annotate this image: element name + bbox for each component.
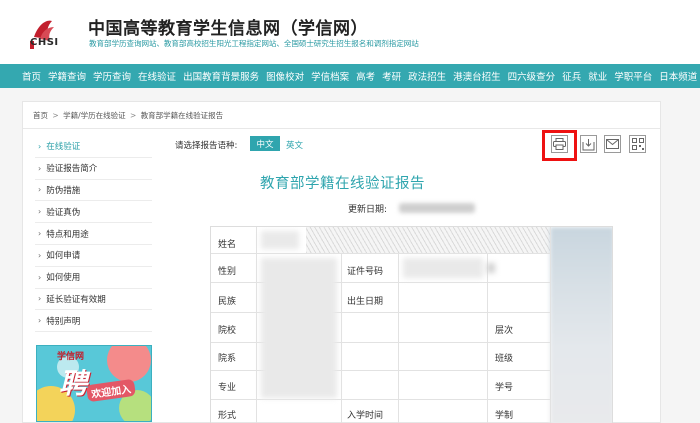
- nav-item-hk-macao-taiwan[interactable]: 港澳台招生: [453, 69, 501, 83]
- sidebar-item-label: 验证真伪: [46, 207, 81, 218]
- label-entry-time: 入学时间: [347, 411, 384, 421]
- sidebar-item-label: 如何使用: [46, 273, 81, 284]
- table-row-line: [211, 253, 550, 254]
- student-info-table: 姓名 性别 民族 院校 院系 专业 形式 证件号码 出生日期 入学时间 层次 班…: [210, 226, 613, 423]
- sidebar-item-label: 特别声明: [46, 316, 81, 327]
- sidebar-item-label: 特点和用途: [46, 229, 89, 240]
- nav-item-employment[interactable]: 就业: [588, 69, 607, 83]
- nav-item-japan[interactable]: 日本频道: [659, 69, 697, 83]
- chevron-right-icon: ›: [38, 207, 42, 217]
- email-icon: [606, 139, 619, 149]
- nav-item-online-verify[interactable]: 在线验证: [138, 69, 176, 83]
- nav-item-law-enrollment[interactable]: 政法招生: [408, 69, 446, 83]
- sidebar-item-label: 在线验证: [46, 142, 81, 153]
- label-name: 姓名: [218, 240, 237, 250]
- report-title: 教育部学籍在线验证报告: [260, 176, 425, 192]
- email-button[interactable]: [604, 135, 621, 153]
- chevron-right-icon: ›: [38, 294, 42, 304]
- nav-item-career[interactable]: 学职平台: [614, 69, 652, 83]
- logo-text: CHSI: [30, 37, 59, 48]
- nav-item-status-query[interactable]: 学籍查询: [48, 69, 86, 83]
- nav-item-military[interactable]: 征兵: [562, 69, 581, 83]
- banner-decoration: [107, 346, 151, 382]
- label-department: 院系: [218, 354, 237, 364]
- sidebar-item-online-verify[interactable]: › 在线验证: [35, 136, 152, 158]
- breadcrumb-verify[interactable]: 学籍/学历在线验证: [63, 111, 126, 120]
- main-panel: 首页 > 学籍/学历在线验证 > 教育部学籍在线验证报告 › 在线验证 › 验证…: [22, 101, 661, 423]
- chevron-right-icon: ›: [38, 272, 42, 282]
- sidebar: › 在线验证 › 验证报告简介 › 防伪措施 › 验证真伪 › 特点和用途 › …: [35, 136, 152, 333]
- breadcrumb-separator: >: [52, 111, 59, 120]
- sidebar-item-statement[interactable]: › 特别声明: [35, 310, 152, 333]
- nav-item-home[interactable]: 首页: [22, 69, 41, 83]
- id-value-redacted: [487, 263, 495, 273]
- label-form: 形式: [218, 411, 237, 421]
- banner-headline: 聘: [59, 367, 88, 400]
- table-col-line: [341, 253, 342, 423]
- table-col-line: [398, 253, 399, 423]
- divider: [23, 128, 660, 129]
- sidebar-item-how-apply[interactable]: › 如何申请: [35, 245, 152, 267]
- table-col-line: [256, 227, 257, 423]
- chevron-right-icon: ›: [38, 250, 42, 260]
- sidebar-item-label: 如何申请: [46, 251, 81, 262]
- nav-item-image-check[interactable]: 图像校对: [266, 69, 304, 83]
- update-date-label: 更新日期:: [348, 205, 388, 215]
- chevron-right-icon: ›: [38, 141, 42, 151]
- label-class: 班级: [495, 354, 514, 364]
- nav-item-archive[interactable]: 学信档案: [311, 69, 349, 83]
- security-pattern: [306, 227, 551, 253]
- label-id-number: 证件号码: [347, 267, 384, 277]
- main-nav: 首页 学籍查询 学历查询 在线验证 出国教育背景服务 图像校对 学信档案 高考 …: [0, 64, 700, 88]
- label-length: 学制: [495, 411, 514, 421]
- recruitment-banner[interactable]: 学信网 聘 欢迎加入: [36, 345, 152, 422]
- label-ethnicity: 民族: [218, 297, 237, 307]
- label-level: 层次: [495, 326, 514, 336]
- language-label: 请选择报告语种:: [175, 141, 238, 151]
- nav-item-gaokao[interactable]: 高考: [356, 69, 375, 83]
- chevron-right-icon: ›: [38, 316, 42, 326]
- sidebar-item-label: 延长验证有效期: [46, 294, 106, 305]
- breadcrumb: 首页 > 学籍/学历在线验证 > 教育部学籍在线验证报告: [33, 110, 223, 121]
- nav-item-cet-score[interactable]: 四六级查分: [508, 69, 556, 83]
- breadcrumb-home[interactable]: 首页: [33, 111, 48, 120]
- site-title: 中国高等教育学生信息网（学信网）: [88, 19, 368, 39]
- language-chinese-button[interactable]: 中文: [250, 136, 280, 151]
- download-button[interactable]: [580, 135, 597, 153]
- table-row-line: [211, 399, 550, 400]
- id-value-redacted: [403, 258, 483, 278]
- banner-logo: 学信网: [57, 352, 85, 362]
- qrcode-icon: [631, 138, 644, 150]
- site-subtitle: 教育部学历查询网站、教育部高校招生阳光工程指定网站、全国硕士研究生招生报名和调剂…: [89, 39, 419, 48]
- table-col-line: [550, 227, 551, 423]
- language-english-link[interactable]: 英文: [286, 139, 303, 151]
- print-highlight-box: [542, 130, 577, 161]
- breadcrumb-separator: >: [130, 111, 137, 120]
- nav-item-abroad-service[interactable]: 出国教育背景服务: [183, 69, 259, 83]
- sidebar-item-features[interactable]: › 特点和用途: [35, 223, 152, 245]
- values-redacted: [261, 258, 337, 398]
- student-photo-redacted: [550, 227, 612, 423]
- name-value-redacted: [261, 231, 299, 249]
- breadcrumb-current: 教育部学籍在线验证报告: [140, 111, 224, 120]
- site-header: CHSI 中国高等教育学生信息网（学信网） 教育部学历查询网站、教育部高校招生阳…: [0, 0, 700, 64]
- nav-item-degree-query[interactable]: 学历查询: [93, 69, 131, 83]
- label-major: 专业: [218, 383, 237, 393]
- sidebar-item-how-use[interactable]: › 如何使用: [35, 267, 152, 289]
- qrcode-button[interactable]: [629, 135, 646, 153]
- label-student-no: 学号: [495, 383, 514, 393]
- nav-item-kaoyan[interactable]: 考研: [382, 69, 401, 83]
- label-gender: 性别: [218, 267, 237, 277]
- download-icon: [582, 138, 595, 150]
- sidebar-item-extend-validity[interactable]: › 延长验证有效期: [35, 289, 152, 311]
- table-col-line: [487, 253, 488, 423]
- label-birth-date: 出生日期: [347, 297, 384, 307]
- label-school: 院校: [218, 326, 237, 336]
- sidebar-item-verify-authenticity[interactable]: › 验证真伪: [35, 201, 152, 224]
- update-date-value-redacted: [399, 203, 475, 213]
- chevron-right-icon: ›: [38, 229, 42, 239]
